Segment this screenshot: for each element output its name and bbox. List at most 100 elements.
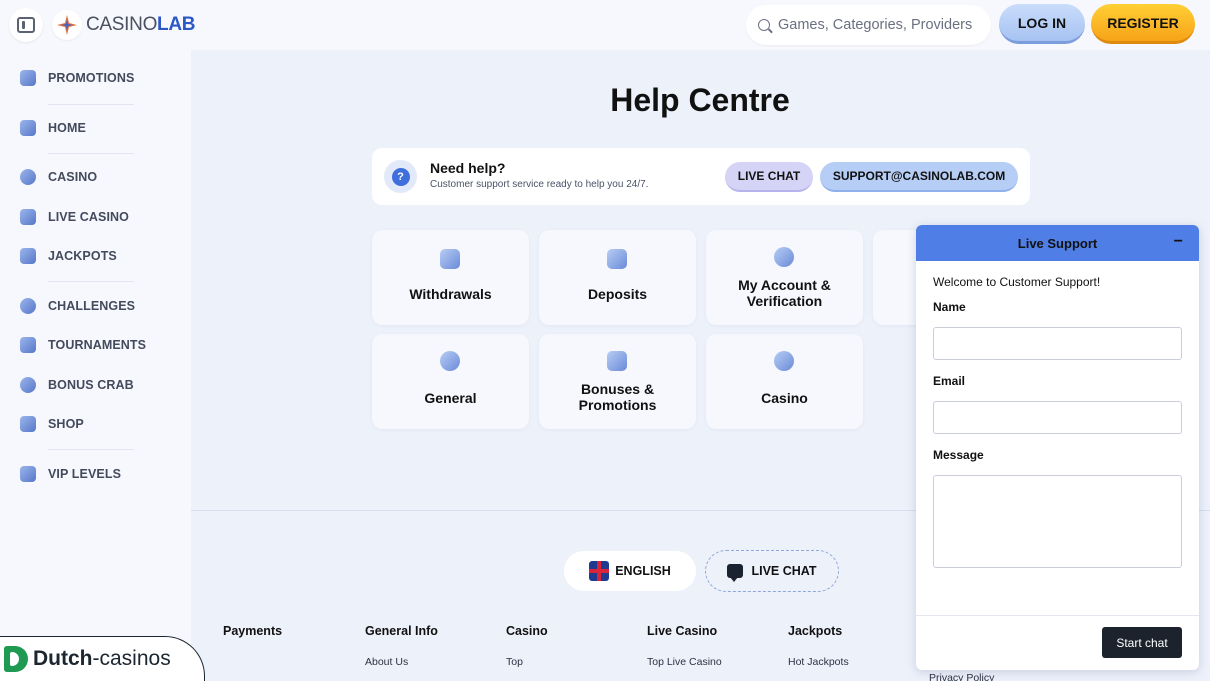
login-button[interactable]: LOG IN (999, 4, 1085, 44)
top-header: CASINOLAB Games, Categories, Providers L… (0, 0, 1210, 50)
category-label: General (424, 390, 477, 406)
category-card-deposits[interactable]: Deposits (539, 230, 696, 325)
live-casino-icon (20, 209, 36, 225)
gift-icon (607, 351, 627, 371)
logo-text: CASINOLAB (86, 14, 196, 35)
privacy-policy-link[interactable]: Privacy Policy (929, 672, 994, 681)
sparkle-logo-icon (52, 10, 82, 40)
casino-chip-icon (20, 169, 36, 185)
page-title: Help Centre (610, 82, 790, 118)
search-input[interactable]: Games, Categories, Providers (746, 5, 991, 45)
dutch-casinos-watermark: Dutch -casinos (0, 636, 205, 681)
sidebar: PROMOTIONS HOME CASINO LIVE CASINO JACKP… (0, 50, 191, 681)
sidebar-item-jackpots[interactable]: JACKPOTS (20, 246, 117, 266)
footer-link[interactable]: Top (506, 656, 523, 668)
sidebar-item-promotions[interactable]: PROMOTIONS (20, 68, 134, 88)
sidebar-item-label: CHALLENGES (48, 299, 136, 313)
megaphone-icon (20, 70, 36, 86)
watermark-light-text: -casinos (92, 647, 171, 670)
language-label: ENGLISH (615, 564, 671, 578)
sidebar-item-live-casino[interactable]: LIVE CASINO (20, 207, 129, 227)
sidebar-item-label: HOME (48, 121, 86, 135)
account-icon (774, 247, 794, 267)
dutch-casinos-logo-icon (4, 646, 28, 672)
casino-chip-icon (774, 351, 794, 371)
sidebar-item-label: TOURNAMENTS (48, 338, 147, 352)
email-label: Email (933, 374, 966, 388)
sidebar-item-bonus-crab[interactable]: BONUS CRAB (20, 375, 134, 395)
register-button[interactable]: REGISTER (1091, 4, 1195, 44)
live-support-widget: Live Support − Welcome to Customer Suppo… (916, 225, 1199, 670)
footer-link[interactable]: About Us (365, 656, 408, 668)
watermark-bold-text: Dutch (33, 647, 93, 670)
widget-title: Live Support (1017, 235, 1098, 251)
sidebar-item-label: CASINO (48, 170, 98, 184)
sidebar-item-casino[interactable]: CASINO (20, 167, 97, 187)
category-card-bonuses[interactable]: Bonuses & Promotions (539, 334, 696, 429)
sidebar-divider (48, 104, 134, 105)
deposits-icon (607, 249, 627, 269)
footer-column-title: Live Casino (647, 624, 718, 638)
message-label: Message (933, 448, 984, 462)
sidebar-toggle-button[interactable] (9, 8, 43, 42)
message-field[interactable] (933, 475, 1182, 568)
widget-header: Live Support − (916, 225, 1199, 261)
sidebar-toggle-icon (17, 17, 35, 33)
help-subtitle: Customer support service ready to help y… (430, 179, 649, 190)
category-label: Withdrawals (409, 286, 492, 302)
sidebar-item-label: SHOP (48, 417, 84, 431)
sidebar-item-vip-levels[interactable]: VIP LEVELS (20, 464, 121, 484)
live-chat-label: LIVE CHAT (751, 564, 817, 578)
footer-column-title: Casino (506, 624, 548, 638)
category-label: My Account & Verification (738, 277, 831, 309)
support-email-button[interactable]: SUPPORT@CASINOLAB.COM (820, 162, 1018, 192)
live-chat-button[interactable]: LIVE CHAT (725, 162, 813, 192)
question-icon (440, 351, 460, 371)
withdrawals-icon (440, 249, 460, 269)
help-title: Need help? (430, 160, 506, 176)
sidebar-item-home[interactable]: HOME (20, 118, 86, 138)
footer-column-title: General Info (365, 624, 438, 638)
name-field[interactable] (933, 327, 1182, 360)
minimize-icon[interactable]: − (1174, 233, 1183, 251)
trophy-icon (20, 337, 36, 353)
name-label: Name (933, 300, 966, 314)
challenges-icon (20, 298, 36, 314)
category-card-casino[interactable]: Casino (706, 334, 863, 429)
sidebar-divider (48, 449, 134, 450)
category-card-withdrawals[interactable]: Withdrawals (372, 230, 529, 325)
crown-icon (20, 466, 36, 482)
category-card-general[interactable]: General (372, 334, 529, 429)
help-banner: ? Need help? Customer support service re… (372, 148, 1030, 205)
sidebar-item-challenges[interactable]: CHALLENGES (20, 296, 135, 316)
sidebar-divider (48, 153, 134, 154)
language-selector[interactable]: ENGLISH (564, 551, 696, 591)
footer-link[interactable]: Top Live Casino (647, 656, 722, 668)
search-icon (758, 19, 770, 31)
sidebar-item-shop[interactable]: SHOP (20, 414, 84, 434)
crab-icon (20, 377, 36, 393)
category-card-my-account[interactable]: My Account & Verification (706, 230, 863, 325)
sidebar-item-label: VIP LEVELS (48, 467, 122, 481)
sidebar-divider (48, 281, 134, 282)
sidebar-item-label: PROMOTIONS (48, 71, 135, 85)
category-label: Casino (761, 390, 808, 406)
sidebar-item-tournaments[interactable]: TOURNAMENTS (20, 335, 146, 355)
casinolab-logo[interactable]: CASINOLAB (52, 10, 196, 40)
search-placeholder: Games, Categories, Providers (778, 17, 973, 33)
footer-link[interactable]: Hot Jackpots (788, 656, 849, 668)
widget-welcome-text: Welcome to Customer Support! (933, 275, 1101, 289)
category-label: Deposits (587, 286, 648, 302)
chat-bubble-icon (727, 564, 744, 582)
sidebar-item-label: JACKPOTS (48, 249, 117, 263)
email-field[interactable] (933, 401, 1182, 434)
jackpot-icon (20, 248, 36, 264)
footer-live-chat-button[interactable]: LIVE CHAT (705, 550, 839, 592)
help-question-icon: ? (384, 160, 417, 193)
footer-column-title: Jackpots (788, 624, 843, 638)
sidebar-item-label: LIVE CASINO (48, 210, 129, 224)
widget-footer-divider (916, 615, 1199, 616)
shop-icon (20, 416, 36, 432)
category-label: Bonuses & Promotions (578, 381, 657, 413)
start-chat-button[interactable]: Start chat (1102, 627, 1182, 658)
